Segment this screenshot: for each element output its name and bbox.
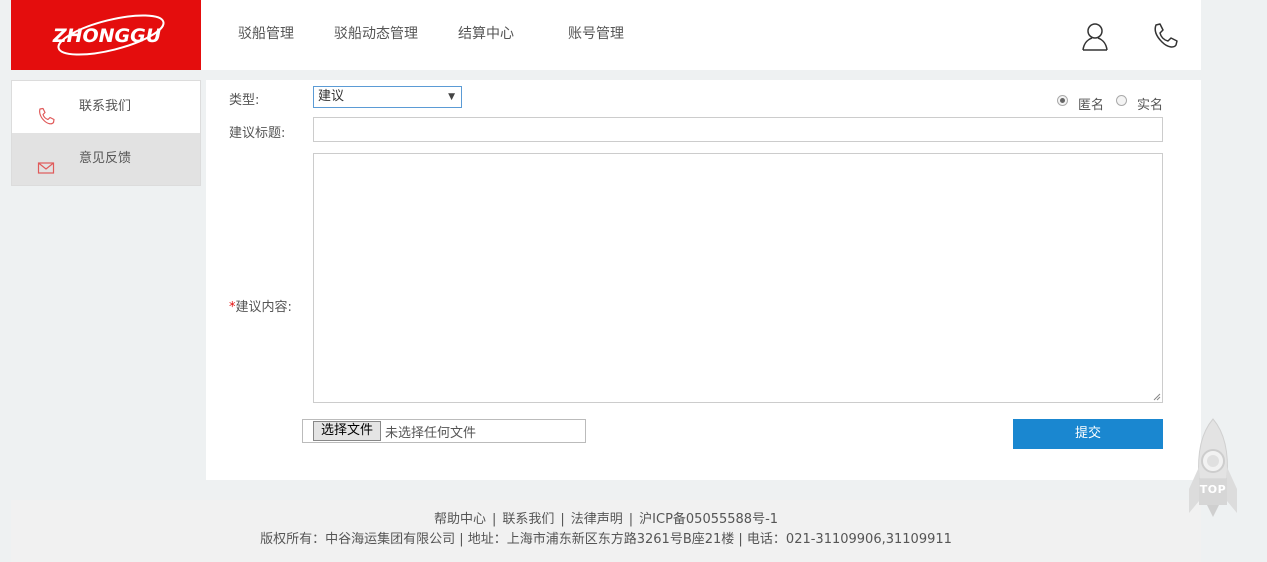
rocket-icon <box>1189 418 1237 517</box>
title-input[interactable] <box>313 117 1163 142</box>
logo-mark: ZHONGGU <box>52 14 165 56</box>
anonymous-label: 匿名 <box>1078 98 1105 113</box>
footer-link-help[interactable]: 帮助中心 <box>434 512 486 527</box>
content-label: *建议内容: <box>229 296 292 315</box>
sidebar-item-feedback[interactable]: 意见反馈 <box>12 133 200 185</box>
file-upload[interactable]: 选择文件 未选择任何文件 <box>302 419 586 443</box>
sidebar-item-label: 联系我们 <box>79 99 132 114</box>
header: ZHONGGU 驳船管理 驳船动态管理 结算中心 账号管理 <box>11 0 1201 70</box>
anonymous-radio[interactable]: 匿名 <box>1057 94 1117 113</box>
nav-barge-dynamics[interactable]: 驳船动态管理 <box>334 0 418 70</box>
chevron-down-icon: ▼ <box>448 92 455 102</box>
content-label-text: 建议内容: <box>235 300 292 315</box>
top-label: TOP <box>1199 483 1227 496</box>
mail-icon <box>36 149 56 174</box>
submit-button[interactable]: 提交 <box>1013 419 1163 449</box>
phone-icon <box>36 97 56 125</box>
sidebar-item-label: 意见反馈 <box>79 151 132 166</box>
resize-handle-icon[interactable] <box>1153 393 1161 401</box>
radio-button[interactable] <box>1116 95 1127 106</box>
realname-label: 实名 <box>1137 98 1164 113</box>
footer-link-legal[interactable]: 法律声明 <box>571 512 623 527</box>
type-select-value: 建议 <box>318 89 345 104</box>
user-icon[interactable] <box>1079 20 1111 52</box>
realname-radio[interactable]: 实名 <box>1116 94 1176 113</box>
footer-copyright: 版权所有：中谷海运集团有限公司 | 地址：上海市浦东新区东方路3261号B座21… <box>260 532 952 547</box>
footer-links: 帮助中心 | 联系我们 | 法律声明 | 沪ICP备05055588号-1 <box>433 512 779 527</box>
type-label: 类型: <box>229 93 260 108</box>
nav-barge-management[interactable]: 驳船管理 <box>238 0 294 70</box>
nav-account-management[interactable]: 账号管理 <box>568 0 624 70</box>
content-textarea[interactable] <box>313 153 1163 403</box>
choose-file-button[interactable]: 选择文件 <box>313 421 381 441</box>
logo-text: ZHONGGU <box>52 25 162 47</box>
type-select[interactable]: 建议 ▼ <box>313 86 462 108</box>
title-label: 建议标题: <box>229 126 286 141</box>
phone-icon[interactable] <box>1149 20 1181 52</box>
nav-settlement-center[interactable]: 结算中心 <box>458 0 514 70</box>
feedback-form: 类型: 建议 ▼ 匿名 实名 建议标题: *建议内容: 选择文件 未选择任何文件… <box>206 80 1201 480</box>
footer-link-contact[interactable]: 联系我们 <box>502 512 554 527</box>
footer-link-icp[interactable]: 沪ICP备05055588号-1 <box>639 512 778 527</box>
sidebar-item-contact-us[interactable]: 联系我们 <box>12 81 200 133</box>
company-logo[interactable]: ZHONGGU <box>11 0 201 70</box>
sidebar: 联系我们 意见反馈 <box>11 80 201 186</box>
back-to-top-button[interactable]: TOP <box>1187 417 1239 519</box>
radio-button[interactable] <box>1057 95 1068 106</box>
footer: 帮助中心 | 联系我们 | 法律声明 | 沪ICP备05055588号-1 版权所有：中谷海… <box>11 500 1201 562</box>
file-status: 未选择任何文件 <box>385 426 477 441</box>
